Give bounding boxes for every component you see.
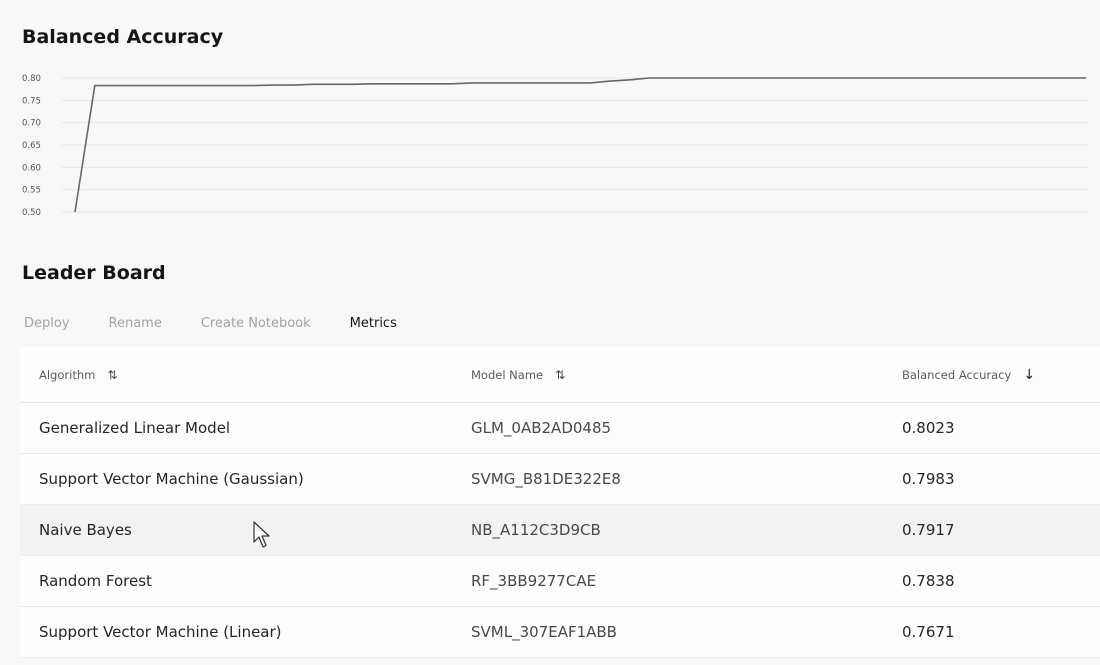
column-header-balanced-accuracy[interactable]: Balanced Accuracy ↓ <box>902 347 1035 402</box>
column-label: Algorithm <box>39 367 96 382</box>
table-header: Algorithm ⇅ Model Name ⇅ Balanced Accura… <box>20 347 1100 403</box>
cell-model-name: RF_3BB9277CAE <box>471 572 597 590</box>
column-header-model-name[interactable]: Model Name ⇅ <box>471 347 565 402</box>
sort-icon[interactable]: ⇅ <box>555 368 565 382</box>
sort-icon[interactable]: ⇅ <box>107 368 117 382</box>
leaderboard-title: Leader Board <box>22 262 166 284</box>
cell-model-name: NB_A112C3D9CB <box>471 521 601 539</box>
y-tick-label: 0.50 <box>22 208 41 218</box>
table-row[interactable]: Support Vector Machine (Linear) SVML_307… <box>20 607 1100 658</box>
y-tick-label: 0.60 <box>22 163 41 173</box>
chart-title: Balanced Accuracy <box>22 26 224 48</box>
cell-algorithm: Support Vector Machine (Gaussian) <box>39 470 304 488</box>
leaderboard-table: Algorithm ⇅ Model Name ⇅ Balanced Accura… <box>20 347 1100 658</box>
y-tick-label: 0.75 <box>22 96 41 106</box>
chart-grid <box>62 77 1088 213</box>
cell-model-name: GLM_0AB2AD0485 <box>471 419 612 437</box>
create-notebook-button[interactable]: Create Notebook <box>201 316 311 331</box>
leaderboard-toolbar: Deploy Rename Create Notebook Metrics <box>24 316 436 331</box>
y-tick-label: 0.55 <box>22 186 41 196</box>
sort-descending-icon[interactable]: ↓ <box>1023 367 1035 383</box>
table-row[interactable]: Generalized Linear Model GLM_0AB2AD0485 … <box>20 403 1100 454</box>
cell-algorithm: Naive Bayes <box>39 521 132 539</box>
column-header-algorithm[interactable]: Algorithm ⇅ <box>39 347 117 402</box>
cell-balanced-accuracy: 0.7838 <box>902 572 955 590</box>
mouse-pointer-icon <box>253 521 270 548</box>
cell-model-name: SVML_307EAF1ABB <box>471 623 617 641</box>
cell-balanced-accuracy: 0.7983 <box>902 470 955 488</box>
y-tick-label: 0.80 <box>22 74 41 84</box>
y-tick-label: 0.70 <box>22 119 41 129</box>
table-row[interactable]: Naive Bayes NB_A112C3D9CB 0.7917 <box>20 505 1100 556</box>
table-row[interactable]: Random Forest RF_3BB9277CAE 0.7838 <box>20 556 1100 607</box>
cell-algorithm: Random Forest <box>39 572 152 590</box>
cell-balanced-accuracy: 0.7917 <box>902 521 955 539</box>
cell-algorithm: Support Vector Machine (Linear) <box>39 623 282 641</box>
y-tick-label: 0.65 <box>22 141 41 151</box>
chart-y-axis: 0.80 0.75 0.70 0.65 0.60 0.55 0.50 <box>22 74 41 218</box>
cell-balanced-accuracy: 0.7671 <box>902 623 955 641</box>
cell-model-name: SVMG_B81DE322E8 <box>471 470 621 488</box>
metrics-button[interactable]: Metrics <box>350 316 397 331</box>
balanced-accuracy-chart: 0.80 0.75 0.70 0.65 0.60 0.55 0.50 <box>22 74 1088 218</box>
cell-balanced-accuracy: 0.8023 <box>902 419 955 437</box>
cell-algorithm: Generalized Linear Model <box>39 419 231 437</box>
column-label: Balanced Accuracy <box>902 367 1012 382</box>
column-label: Model Name <box>471 367 544 382</box>
deploy-button[interactable]: Deploy <box>24 316 70 331</box>
rename-button[interactable]: Rename <box>109 316 162 331</box>
table-row[interactable]: Support Vector Machine (Gaussian) SVMG_B… <box>20 454 1100 505</box>
